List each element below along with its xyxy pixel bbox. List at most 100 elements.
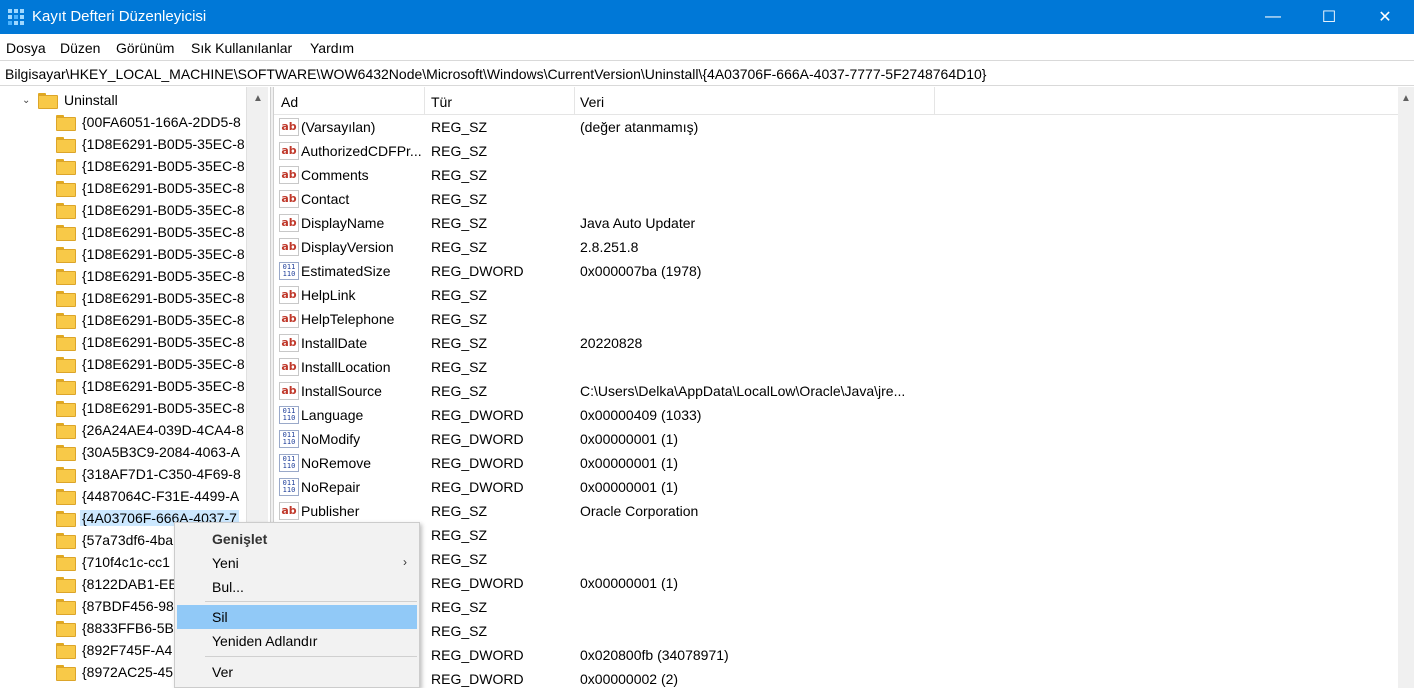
context-menu-item[interactable]: Sil	[177, 605, 417, 629]
maximize-button[interactable]: ☐	[1306, 0, 1352, 34]
value-row[interactable]: ab InstallDate REG_SZ 20220828	[274, 331, 1398, 355]
value-row[interactable]: ab (Varsayılan) REG_SZ (değer atanmamış)	[274, 115, 1398, 139]
tree-item[interactable]: {1D8E6291-B0D5-35EC-8	[56, 265, 247, 287]
tree-item[interactable]: {1D8E6291-B0D5-35EC-8	[56, 287, 247, 309]
tree-item[interactable]: {8972AC25-45	[56, 661, 175, 683]
context-menu-label: Genişlet	[212, 531, 268, 547]
collapse-icon[interactable]: ⌄	[22, 95, 32, 106]
tree-item[interactable]: {892F745F-A4	[56, 639, 174, 661]
tree-item[interactable]: {26A24AE4-039D-4CA4-8	[56, 419, 246, 441]
tree-item-label: {1D8E6291-B0D5-35EC-8	[82, 312, 245, 328]
menu-bar: Dosya Düzen Görünüm Sık Kullanılanlar Ya…	[0, 34, 1414, 60]
column-divider[interactable]	[934, 87, 935, 115]
value-row[interactable]: REG_SZ	[274, 619, 1398, 643]
list-scrollbar[interactable]: ▲	[1398, 87, 1414, 688]
tree-item[interactable]: {1D8E6291-B0D5-35EC-8	[56, 199, 247, 221]
context-menu-item[interactable]: Yeni ›	[177, 551, 417, 575]
value-row[interactable]: REG_DWORD 0x00000001 (1)	[274, 571, 1398, 595]
value-type: REG_DWORD	[431, 407, 524, 423]
value-row[interactable]: REG_SZ	[274, 547, 1398, 571]
binary-value-icon: 011 110	[279, 406, 299, 424]
tree-item[interactable]: {8833FFB6-5B	[56, 617, 176, 639]
context-menu-item[interactable]: Yeniden Adlandır	[177, 629, 417, 653]
value-row[interactable]: ab InstallSource REG_SZ C:\Users\Delka\AppD…	[274, 379, 1398, 403]
value-row[interactable]: ab DisplayVersion REG_SZ 2.8.251.8	[274, 235, 1398, 259]
tree-item-label: {26A24AE4-039D-4CA4-8	[82, 422, 244, 438]
value-row[interactable]: REG_SZ	[274, 523, 1398, 547]
value-row[interactable]: ab AuthorizedCDFPr... REG_SZ	[274, 139, 1398, 163]
value-row[interactable]: ab HelpTelephone REG_SZ	[274, 307, 1398, 331]
menu-edit[interactable]: Düzen	[60, 40, 100, 56]
tree-item-label: {1D8E6291-B0D5-35EC-8	[82, 290, 245, 306]
minimize-icon: —	[1265, 8, 1281, 25]
context-menu-item[interactable]: Ver	[177, 660, 417, 684]
tree-item-uninstall[interactable]: ⌄ Uninstall	[22, 89, 120, 111]
tree-item-label: {8972AC25-45	[82, 664, 174, 680]
tree-item[interactable]: {8122DAB1-EE	[56, 573, 180, 595]
value-row[interactable]: 011 110 Language REG_DWORD 0x00000409 (1033)	[274, 403, 1398, 427]
value-type: REG_SZ	[431, 143, 488, 159]
scroll-up-icon[interactable]: ▲	[1398, 89, 1414, 107]
context-menu-item[interactable]: Genişlet	[177, 527, 417, 551]
tree-item[interactable]: {1D8E6291-B0D5-35EC-8	[56, 375, 247, 397]
column-header-type[interactable]: Tür	[431, 94, 452, 110]
address-bar[interactable]: Bilgisayar\HKEY_LOCAL_MACHINE\SOFTWARE\W…	[0, 60, 1414, 86]
string-value-icon: ab	[279, 166, 299, 184]
menu-file[interactable]: Dosya	[6, 40, 46, 56]
value-data: Java Auto Updater	[580, 215, 696, 231]
folder-icon	[56, 621, 76, 637]
tree-item[interactable]: {1D8E6291-B0D5-35EC-8	[56, 243, 247, 265]
column-header-data[interactable]: Veri	[580, 94, 604, 110]
value-row[interactable]: REG_DWORD 0x020800fb (34078971)	[274, 643, 1398, 667]
value-name: Language	[301, 407, 364, 423]
tree-item[interactable]: {4487064C-F31E-4499-A	[56, 485, 241, 507]
value-row[interactable]: ab Contact REG_SZ	[274, 187, 1398, 211]
value-row[interactable]: REG_SZ	[274, 595, 1398, 619]
tree-item[interactable]: {87BDF456-98	[56, 595, 176, 617]
tree-item[interactable]: {1D8E6291-B0D5-35EC-8	[56, 155, 247, 177]
menu-help[interactable]: Yardım	[310, 40, 354, 56]
value-name: Comments	[301, 167, 369, 183]
string-value-icon: ab	[279, 310, 299, 328]
close-button[interactable]: ✕	[1362, 0, 1408, 34]
menu-view[interactable]: Görünüm	[116, 40, 174, 56]
tree-item[interactable]: {1D8E6291-B0D5-35EC-8	[56, 397, 247, 419]
value-row[interactable]: ab InstallLocation REG_SZ	[274, 355, 1398, 379]
string-value-icon: ab	[279, 190, 299, 208]
tree-item[interactable]: {318AF7D1-C350-4F69-8	[56, 463, 243, 485]
value-row[interactable]: 011 110 NoRepair REG_DWORD 0x00000001 (1)	[274, 475, 1398, 499]
value-row[interactable]: 011 110 NoRemove REG_DWORD 0x00000001 (1)	[274, 451, 1398, 475]
value-row[interactable]: 011 110 EstimatedSize REG_DWORD 0x000007ba (…	[274, 259, 1398, 283]
value-name: HelpTelephone	[301, 311, 395, 327]
value-data: C:\Users\Delka\AppData\LocalLow\Oracle\J…	[580, 383, 906, 399]
tree-item[interactable]: {1D8E6291-B0D5-35EC-8	[56, 331, 247, 353]
column-header-name[interactable]: Ad	[281, 94, 298, 110]
tree-item[interactable]: {57a73df6-4ba	[56, 529, 175, 551]
tree-item[interactable]: {1D8E6291-B0D5-35EC-8	[56, 309, 247, 331]
context-menu-label: Yeni	[212, 555, 239, 571]
menu-favorites[interactable]: Sık Kullanılanlar	[191, 40, 292, 56]
tree-item[interactable]: {710f4c1c-cc1	[56, 551, 172, 573]
column-divider[interactable]	[574, 87, 575, 115]
value-row[interactable]: ab HelpLink REG_SZ	[274, 283, 1398, 307]
value-row[interactable]: 011 110 NoModify REG_DWORD 0x00000001 (1)	[274, 427, 1398, 451]
tree-item[interactable]: {1D8E6291-B0D5-35EC-8	[56, 133, 247, 155]
string-value-icon: ab	[279, 382, 299, 400]
tree-item[interactable]: {30A5B3C9-2084-4063-A	[56, 441, 242, 463]
tree-item[interactable]: {1D8E6291-B0D5-35EC-8	[56, 221, 247, 243]
tree-item[interactable]: {1D8E6291-B0D5-35EC-8	[56, 353, 247, 375]
tree-item-label: {1D8E6291-B0D5-35EC-8	[82, 158, 245, 174]
context-menu-item[interactable]: Bul...	[177, 575, 417, 599]
column-divider[interactable]	[424, 87, 425, 115]
minimize-button[interactable]: —	[1250, 0, 1296, 34]
tree-item[interactable]: {00FA6051-166A-2DD5-8	[56, 111, 243, 133]
value-row[interactable]: ab Publisher REG_SZ Oracle Corporation	[274, 499, 1398, 523]
tree-item-label: {1D8E6291-B0D5-35EC-8	[82, 224, 245, 240]
value-row[interactable]: ab Comments REG_SZ	[274, 163, 1398, 187]
tree-item[interactable]: {1D8E6291-B0D5-35EC-8	[56, 177, 247, 199]
binary-value-icon: 011 110	[279, 430, 299, 448]
scroll-up-icon[interactable]: ▲	[247, 89, 269, 107]
value-row[interactable]: REG_DWORD 0x00000002 (2)	[274, 667, 1398, 688]
value-row[interactable]: ab DisplayName REG_SZ Java Auto Updater	[274, 211, 1398, 235]
folder-icon	[56, 511, 76, 527]
